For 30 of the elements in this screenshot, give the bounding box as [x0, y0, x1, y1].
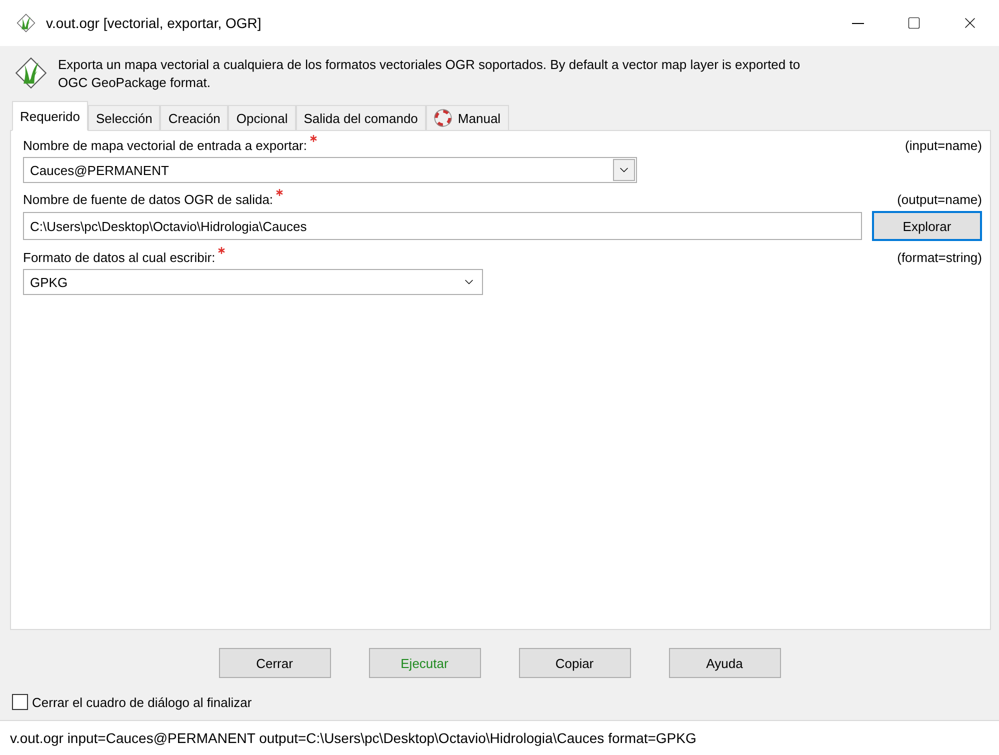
tab[interactable]: Requerido [12, 101, 88, 131]
checkbox-label: Cerrar el cuadro de diálogo al finalizar [32, 694, 252, 710]
field-label: Formato de datos al cual escribir: [23, 250, 216, 265]
tab[interactable]: Manual [426, 105, 509, 131]
tab[interactable]: Salida del comando [296, 105, 426, 131]
map-combo-box[interactable]: Cauces@PERMANENT [23, 157, 637, 183]
field-label: Nombre de fuente de datos OGR de salida: [23, 192, 274, 207]
browse-button[interactable]: Explorar [872, 211, 982, 241]
dropdown-button[interactable] [613, 159, 635, 181]
parameter-name: (input=name) [905, 138, 982, 153]
description-text: Exporta un mapa vectorial a cualquiera de los formatos vectoriales OGR soportados. By default a vector map layer is exported to OGC GeoPackage format. [58, 56, 802, 92]
dialog-button[interactable]: Copiar [518, 648, 630, 678]
tab[interactable]: Opcional [228, 105, 296, 131]
window-title: v.out.ogr [vectorial, exportar, OGR] [46, 15, 262, 31]
dialog-button[interactable]: Cerrar [218, 648, 330, 678]
grass-logo-icon [14, 56, 48, 90]
tab[interactable]: Creación [160, 105, 228, 131]
lifebuoy-icon [434, 109, 452, 127]
format-select[interactable]: GPKG [23, 269, 483, 295]
grass-logo-icon [16, 13, 36, 33]
parameter-name: (output=name) [897, 192, 982, 207]
dialog-button[interactable]: Ayuda [668, 648, 780, 678]
output-path-field[interactable]: C:\Users\pc\Desktop\Octavio\Hidrologia\Cauces [23, 212, 862, 240]
parameter-name: (format=string) [897, 250, 982, 265]
maximize-icon [907, 16, 921, 30]
minimize-icon [852, 22, 864, 24]
checkbox[interactable] [12, 694, 28, 710]
tab[interactable]: Selección [88, 105, 160, 131]
field-label: Nombre de mapa vectorial de entrada a exportar: [23, 138, 307, 153]
status-bar: v.out.ogr input=Cauces@PERMANENT output=C:\Users\pc\Desktop\Octavio\Hidrologia\Cauces format=GPKG [0, 720, 999, 755]
